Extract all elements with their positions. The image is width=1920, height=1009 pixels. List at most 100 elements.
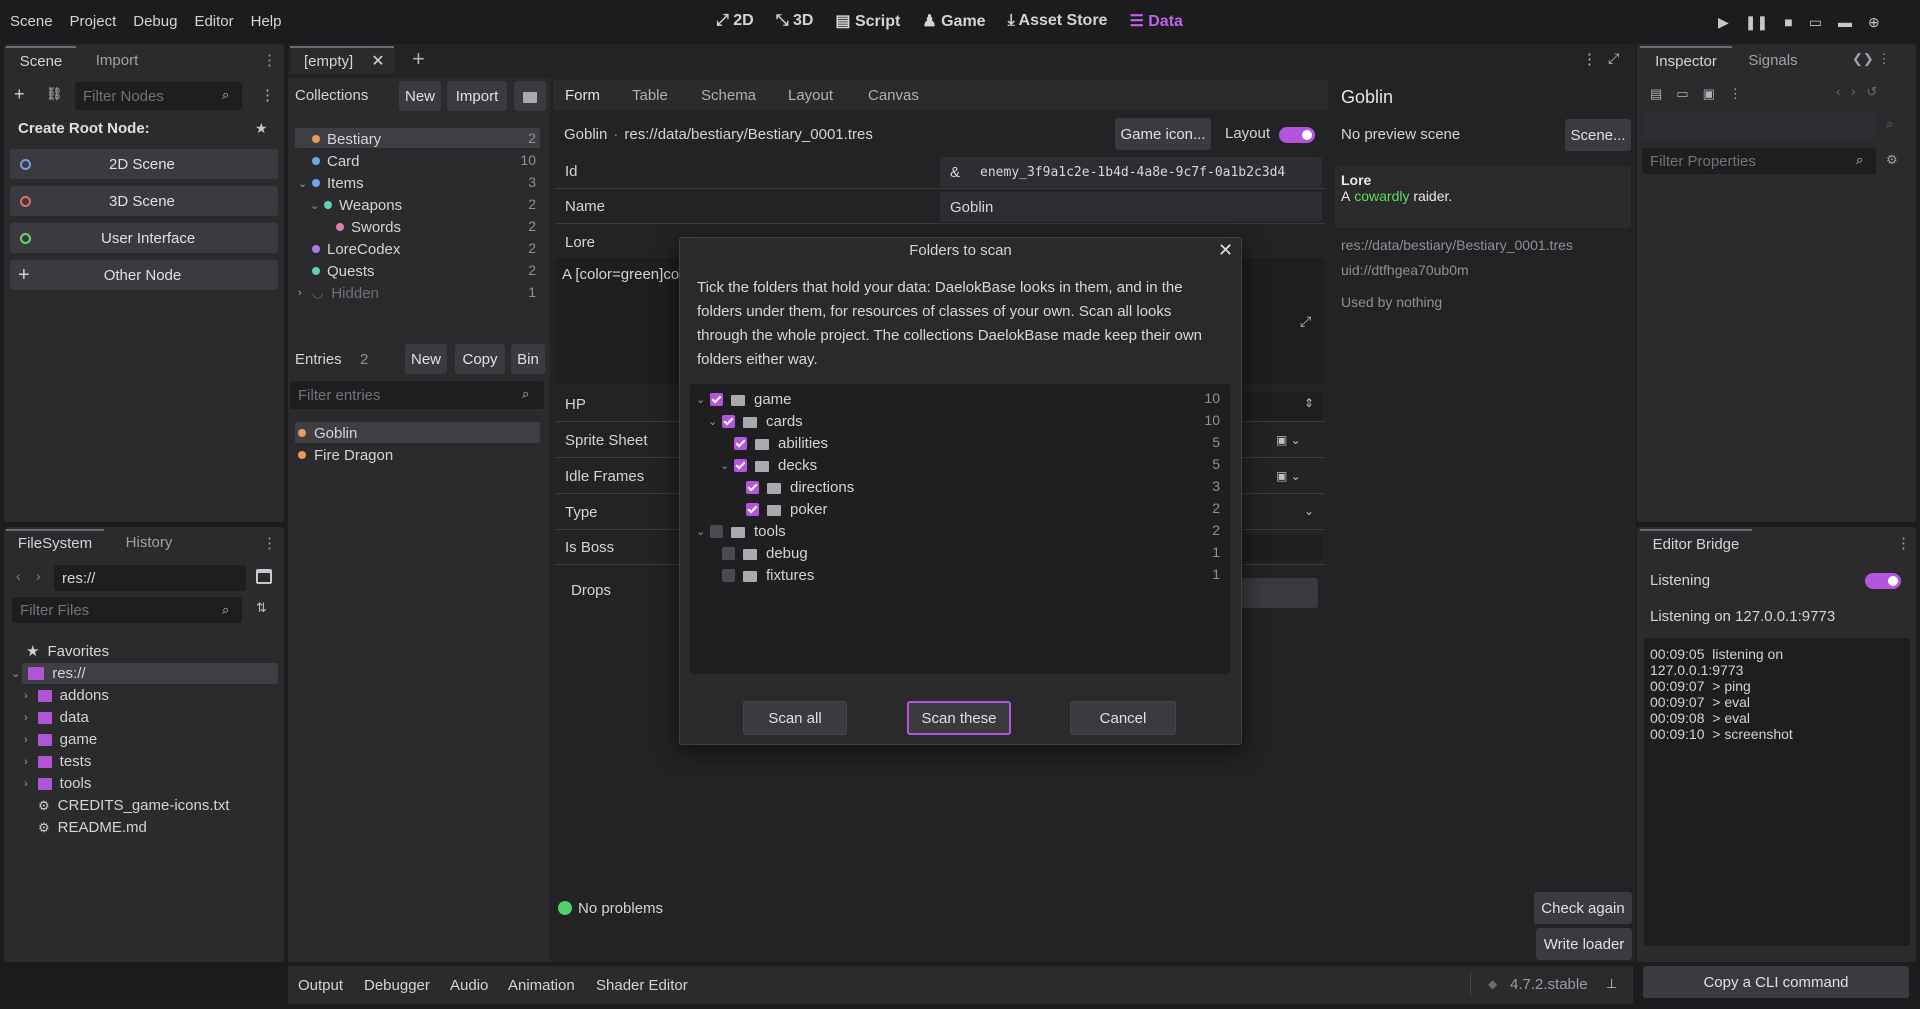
link-icon[interactable]: ⛓ <box>46 86 63 102</box>
path-input[interactable]: res:// <box>54 565 246 591</box>
fs-root-item[interactable]: ⌄ res:// <box>11 663 86 684</box>
cancel-button[interactable]: Cancel <box>1070 701 1176 735</box>
favorite-star-icon[interactable]: ★ <box>255 120 268 137</box>
create-2d-scene-button[interactable]: 2D Scene <box>10 149 278 179</box>
workspace-asset-store[interactable]: ⤓ Asset Store <box>1008 12 1108 30</box>
split-view-icon[interactable] <box>256 569 272 584</box>
fs-folder-item[interactable]: › tests <box>24 751 91 772</box>
spin-arrows-icon[interactable]: ⇕ <box>1304 396 1314 410</box>
fs-file-item[interactable]: ⚙ CREDITS_game-icons.txt <box>38 795 229 816</box>
folder-scan-button[interactable] <box>514 81 546 111</box>
scan-these-button[interactable]: Scan these <box>907 701 1011 735</box>
collapse-icon[interactable]: ⌄ <box>708 415 722 428</box>
fs-folder-item[interactable]: › addons <box>24 685 109 706</box>
folder-checkbox[interactable] <box>746 480 759 494</box>
bottom-tab-animation[interactable]: Animation <box>508 974 575 996</box>
sprite-load-icon[interactable]: ▣ ⌄ <box>1276 433 1301 447</box>
tab-signals[interactable]: Signals <box>1740 46 1806 74</box>
tab-scene[interactable]: Scene <box>6 46 76 74</box>
folder-tree-item[interactable]: abilities <box>720 433 828 453</box>
form-tab-canvas[interactable]: Canvas <box>868 82 919 108</box>
bottom-tab-output[interactable]: Output <box>298 974 343 996</box>
collapse-icon[interactable]: ⌄ <box>720 459 734 472</box>
tab-import[interactable]: Import <box>82 46 152 74</box>
editor-menu-icon[interactable]: ⋮ <box>1582 50 1597 68</box>
copy-entry-button[interactable]: Copy <box>455 344 505 374</box>
workspace-script[interactable]: ▤ Script <box>835 11 900 31</box>
workspace-data[interactable]: ☰ Data <box>1129 11 1182 31</box>
new-resource-icon[interactable]: ▤ <box>1650 86 1662 102</box>
play-icon[interactable]: ▶ <box>1718 14 1729 31</box>
new-collection-button[interactable]: New <box>399 81 441 111</box>
scene-button[interactable]: Scene... <box>1565 119 1631 151</box>
folder-checkbox[interactable] <box>734 458 747 472</box>
collection-item[interactable]: Card <box>298 151 360 171</box>
bridge-menu-icon[interactable]: ⋮ <box>1896 534 1911 552</box>
type-dropdown-icon[interactable]: ⌄ <box>1304 504 1314 518</box>
form-tab-schema[interactable]: Schema <box>701 82 756 108</box>
editor-tab-empty[interactable]: [empty] ✕ <box>290 46 394 74</box>
collapse-icon[interactable]: ⌄ <box>696 393 710 406</box>
inspector-history-icons[interactable]: ❮❯ ⋮ <box>1852 51 1890 67</box>
filter-properties-input[interactable]: Filter Properties <box>1642 148 1876 174</box>
filter-nodes-input[interactable]: Filter Nodes <box>75 82 242 110</box>
save-icon[interactable]: ▣ <box>1703 86 1715 102</box>
create-ui-button[interactable]: User Interface <box>10 223 278 253</box>
back-icon[interactable]: ‹ <box>16 568 21 584</box>
pause-icon[interactable]: ❚❚ <box>1745 14 1768 31</box>
favorites-item[interactable]: ★ Favorites <box>26 641 109 661</box>
folder-checkbox[interactable] <box>722 414 735 428</box>
menu-scene[interactable]: Scene <box>10 13 53 30</box>
write-loader-button[interactable]: Write loader <box>1536 928 1632 960</box>
entry-item[interactable]: Goblin <box>298 423 357 443</box>
form-tab-table[interactable]: Table <box>632 82 668 108</box>
dialog-close-icon[interactable]: ✕ <box>1218 240 1233 261</box>
folder-checkbox[interactable] <box>734 436 747 450</box>
scan-all-button[interactable]: Scan all <box>743 701 847 735</box>
add-icon[interactable]: + <box>14 84 25 105</box>
filter-entries-input[interactable]: Filter entries <box>290 381 544 409</box>
object-selector[interactable] <box>1642 112 1876 140</box>
folder-checkbox[interactable] <box>710 392 723 406</box>
id-field[interactable]: & enemy_3f9a1c2e-1b4d-4a8e-9c7f-0a1b2c3d4 <box>940 157 1322 187</box>
entry-item[interactable]: Fire Dragon <box>298 445 393 465</box>
object-search-icon[interactable]: ⌕ <box>1886 116 1893 132</box>
menu-debug[interactable]: Debug <box>133 13 177 30</box>
check-again-button[interactable]: Check again <box>1534 892 1632 924</box>
tree-arrow-icon[interactable]: ⌄ <box>310 199 324 212</box>
folder-tree-item[interactable]: poker <box>732 499 828 519</box>
fs-folder-item[interactable]: › game <box>24 729 97 750</box>
workspace-game[interactable]: ♟ Game <box>922 11 985 31</box>
new-tab-icon[interactable]: + <box>412 46 425 72</box>
clapper-icon[interactable]: ▬ <box>1838 14 1852 30</box>
pin-icon[interactable]: ⊥ <box>1606 976 1617 992</box>
listening-toggle[interactable] <box>1865 573 1901 593</box>
bin-entry-button[interactable]: Bin <box>511 344 545 374</box>
filter-files-input[interactable]: Filter Files <box>12 597 242 623</box>
folder-tree-item[interactable]: ⌄ game <box>696 389 792 409</box>
tab-editor-bridge[interactable]: Editor Bridge <box>1640 529 1752 557</box>
menu-project[interactable]: Project <box>70 13 117 30</box>
fs-folder-item[interactable]: › tools <box>24 773 91 794</box>
tree-arrow-icon[interactable]: › <box>298 287 312 299</box>
layout-toggle[interactable] <box>1279 127 1315 147</box>
expand-icon[interactable]: ⤢ <box>1300 313 1311 330</box>
bottom-tab-debugger[interactable]: Debugger <box>364 974 430 996</box>
idle-load-icon[interactable]: ▣ ⌄ <box>1276 469 1301 483</box>
fs-folder-item[interactable]: › data <box>24 707 89 728</box>
close-tab-icon[interactable]: ✕ <box>371 51 384 71</box>
folder-checkbox[interactable] <box>746 502 759 516</box>
menu-editor[interactable]: Editor <box>194 13 233 30</box>
create-other-node-button[interactable]: + Other Node <box>10 260 278 290</box>
tree-arrow-icon[interactable]: ⌄ <box>298 177 312 190</box>
bottom-tab-audio[interactable]: Audio <box>450 974 488 996</box>
collapse-icon[interactable]: ⌄ <box>696 525 710 538</box>
game-icon-button[interactable]: Game icon... <box>1115 118 1211 150</box>
open-icon[interactable]: ▭ <box>1676 86 1688 102</box>
dock-menu-icon[interactable]: ⋮ <box>262 51 277 69</box>
sort-icon[interactable]: ⇅ <box>256 600 267 616</box>
zoom-icon[interactable]: ⊕ <box>1868 14 1880 31</box>
fs-menu-icon[interactable]: ⋮ <box>262 534 277 552</box>
folder-tree-item[interactable]: directions <box>732 477 854 497</box>
form-tab-form[interactable]: Form <box>565 82 600 108</box>
